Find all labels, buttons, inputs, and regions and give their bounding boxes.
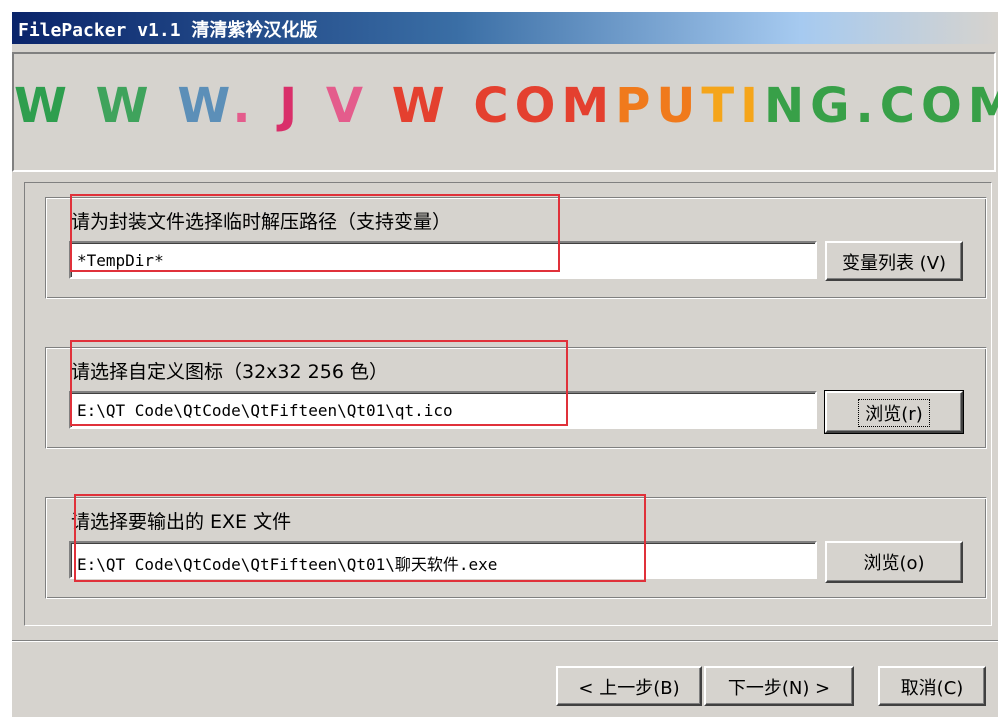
browse-icon-button[interactable]: 浏览(r)	[824, 390, 964, 434]
footer-separator	[12, 640, 998, 642]
next-button[interactable]: 下一步(N) >	[704, 666, 854, 706]
variable-list-button[interactable]: 变量列表 (V)	[825, 241, 963, 281]
jvw-computing-logo: W W W. J V W COMPUTING.COM	[14, 78, 998, 134]
filepacker-window: FilePacker v1.1 清清紫衿汉化版 W W W. J V W COM…	[12, 12, 998, 717]
browse-output-button[interactable]: 浏览(o)	[825, 541, 963, 583]
temp-dir-label: 请为封装文件选择临时解压路径（支持变量）	[71, 211, 452, 233]
icon-path-input[interactable]: E:\QT Code\QtCode\QtFifteen\Qt01\qt.ico	[69, 391, 817, 429]
window-title: FilePacker v1.1 清清紫衿汉化版	[18, 20, 318, 41]
options-panel: 请为封装文件选择临时解压路径（支持变量） *TempDir* 变量列表 (V) …	[24, 182, 992, 626]
output-exe-input[interactable]: E:\QT Code\QtCode\QtFifteen\Qt01\聊天软件.ex…	[69, 541, 817, 579]
icon-label: 请选择自定义图标（32x32 256 色）	[71, 361, 388, 383]
back-button[interactable]: < 上一步(B)	[556, 666, 702, 706]
title-bar[interactable]: FilePacker v1.1 清清紫衿汉化版	[12, 12, 998, 44]
temp-dir-input[interactable]: *TempDir*	[69, 241, 817, 279]
cancel-button[interactable]: 取消(C)	[878, 666, 986, 706]
logo-banner: W W W. J V W COMPUTING.COM	[12, 52, 998, 172]
output-exe-label: 请选择要输出的 EXE 文件	[71, 511, 292, 533]
